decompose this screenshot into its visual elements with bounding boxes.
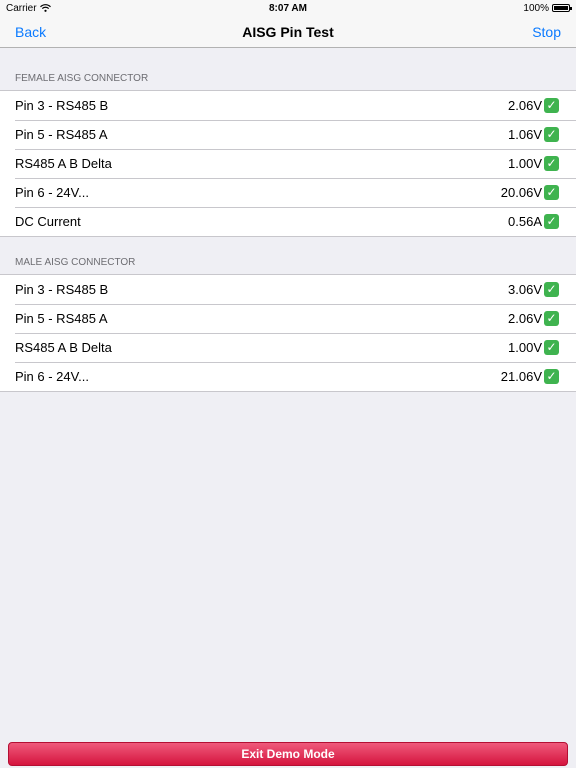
check-mark-icon: ✓	[544, 156, 559, 171]
battery-icon	[552, 4, 572, 12]
stop-button[interactable]: Stop	[532, 24, 561, 40]
battery-level	[554, 6, 568, 10]
check-mark-icon: ✓	[544, 185, 559, 200]
row-label: RS485 A B Delta	[15, 340, 112, 355]
female-row-pin3: Pin 3 - RS485 B 2.06V ✓	[0, 91, 576, 120]
female-row-delta: RS485 A B Delta 1.00V ✓	[0, 149, 576, 178]
male-row-pin6: Pin 6 - 24V... 21.06V ✓	[0, 362, 576, 391]
row-value-group: 0.56A ✓	[508, 214, 559, 229]
row-value: 2.06V	[508, 98, 542, 113]
row-value-group: 2.06V ✓	[508, 98, 559, 113]
row-value: 2.06V	[508, 311, 542, 326]
row-label: Pin 6 - 24V...	[15, 185, 89, 200]
female-row-dc-current: DC Current 0.56A ✓	[0, 207, 576, 236]
male-connector-list: Pin 3 - RS485 B 3.06V ✓ Pin 5 - RS485 A …	[0, 274, 576, 392]
row-value: 1.06V	[508, 127, 542, 142]
check-mark-icon: ✓	[544, 98, 559, 113]
male-row-pin3: Pin 3 - RS485 B 3.06V ✓	[0, 275, 576, 304]
female-row-pin6: Pin 6 - 24V... 20.06V ✓	[0, 178, 576, 207]
row-label: Pin 5 - RS485 A	[15, 127, 108, 142]
check-mark-icon: ✓	[544, 311, 559, 326]
row-value: 1.00V	[508, 156, 542, 171]
row-label: Pin 3 - RS485 B	[15, 98, 109, 113]
female-row-pin5: Pin 5 - RS485 A 1.06V ✓	[0, 120, 576, 149]
row-value-group: 1.06V ✓	[508, 127, 559, 142]
row-value: 0.56A	[508, 214, 542, 229]
carrier-label: Carrier	[6, 2, 37, 14]
row-value-group: 1.00V ✓	[508, 340, 559, 355]
exit-demo-mode-button[interactable]: Exit Demo Mode	[8, 742, 568, 766]
back-button[interactable]: Back	[15, 24, 46, 40]
row-value: 3.06V	[508, 282, 542, 297]
page-title: AISG Pin Test	[242, 23, 334, 40]
row-label: Pin 5 - RS485 A	[15, 311, 108, 326]
status-bar: Carrier 8:07 AM 100%	[0, 0, 576, 16]
row-value: 1.00V	[508, 340, 542, 355]
row-value-group: 20.06V ✓	[501, 185, 559, 200]
row-value-group: 3.06V ✓	[508, 282, 559, 297]
row-value: 20.06V	[500, 185, 542, 200]
check-mark-icon: ✓	[544, 127, 559, 142]
row-label: Pin 3 - RS485 B	[15, 282, 109, 297]
check-mark-icon: ✓	[544, 369, 559, 384]
status-left: Carrier	[6, 3, 51, 14]
female-section-header: FEMALE AISG CONNECTOR	[15, 73, 149, 84]
battery-percent: 100%	[523, 2, 549, 14]
row-value-group: 1.00V ✓	[508, 156, 559, 171]
row-label: Pin 6 - 24V...	[15, 369, 89, 384]
male-row-delta: RS485 A B Delta 1.00V ✓	[0, 333, 576, 362]
check-mark-icon: ✓	[544, 340, 559, 355]
row-value: 21.06V	[500, 369, 542, 384]
male-row-pin5: Pin 5 - RS485 A 2.06V ✓	[0, 304, 576, 333]
female-connector-list: Pin 3 - RS485 B 2.06V ✓ Pin 5 - RS485 A …	[0, 90, 576, 237]
check-mark-icon: ✓	[544, 282, 559, 297]
row-value-group: 21.06V ✓	[501, 369, 559, 384]
check-mark-icon: ✓	[544, 214, 559, 229]
navigation-bar: Back AISG Pin Test Stop	[0, 16, 576, 48]
status-time: 8:07 AM	[269, 2, 307, 14]
row-label: DC Current	[15, 214, 81, 229]
row-label: RS485 A B Delta	[15, 156, 112, 171]
status-right: 100%	[523, 2, 572, 14]
row-value-group: 2.06V ✓	[508, 311, 559, 326]
male-section-header: MALE AISG CONNECTOR	[15, 257, 136, 268]
wifi-icon	[39, 4, 51, 12]
